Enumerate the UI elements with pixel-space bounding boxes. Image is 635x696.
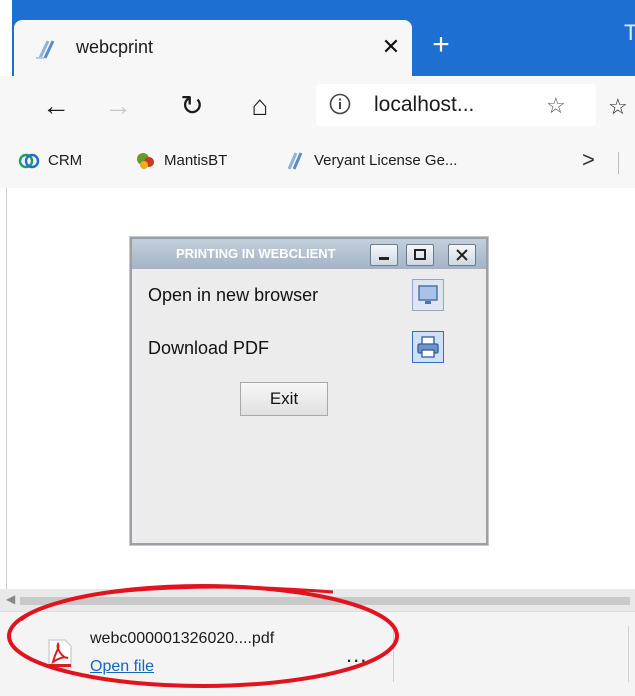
webcprint-favicon-icon	[36, 40, 55, 59]
dialog-close-button[interactable]	[448, 244, 476, 266]
veryant-icon	[287, 152, 303, 170]
maximize-icon	[414, 249, 426, 260]
divider	[618, 152, 619, 174]
exit-button[interactable]: Exit	[240, 382, 328, 416]
scrollbar-thumb[interactable]	[20, 597, 630, 605]
horizontal-scrollbar[interactable]: ◀	[0, 589, 635, 611]
minimize-button[interactable]	[370, 244, 398, 266]
mantis-icon	[137, 153, 154, 170]
tab-strip: webcprint ✕ + T	[0, 0, 635, 76]
tab-overflow-icon: T	[624, 20, 635, 45]
navigation-toolbar: ← → ↻ ⌂ localhost... ☆ ☆	[0, 76, 635, 134]
forward-button[interactable]: →	[98, 86, 138, 126]
download-filename: webc000001326020....pdf	[90, 630, 275, 647]
dialog-title: PRINTING IN WEBCLIENT	[176, 246, 336, 261]
home-button[interactable]: ⌂	[240, 86, 280, 126]
bookmarks-overflow-chevron-icon[interactable]: >	[582, 147, 595, 173]
pdf-file-icon	[48, 639, 72, 669]
open-in-browser-label: Open in new browser	[148, 285, 319, 305]
refresh-button[interactable]: ↻	[172, 86, 212, 126]
scroll-left-icon[interactable]: ◀	[6, 592, 15, 606]
add-favorite-star-icon[interactable]: ☆	[546, 93, 566, 119]
minimize-icon	[379, 257, 389, 260]
tab-title: webcprint	[76, 37, 154, 57]
back-button[interactable]: ←	[36, 86, 76, 126]
bookmark-label: MantisBT	[164, 152, 228, 169]
dialog-title-bar[interactable]: PRINTING IN WEBCLIENT	[132, 239, 486, 269]
bookmark-mantisbt[interactable]: MantisBT	[134, 148, 227, 174]
bookmark-label: CRM	[48, 152, 83, 169]
close-tab-icon[interactable]: ✕	[376, 32, 406, 62]
download-pdf-label: Download PDF	[148, 338, 270, 358]
bookmark-crm[interactable]: CRM	[18, 148, 82, 174]
more-options-button[interactable]: ...	[346, 642, 367, 668]
open-file-link[interactable]: Open file	[90, 658, 154, 676]
printer-icon	[417, 336, 439, 358]
download-item[interactable]: webc000001326020....pdf Open file ...	[14, 612, 394, 696]
maximize-button[interactable]	[406, 244, 434, 266]
active-tab[interactable]: webcprint ✕	[14, 20, 412, 76]
download-bar: webc000001326020....pdf Open file ...	[0, 611, 635, 696]
bookmark-label: Veryant License Ge...	[314, 152, 458, 169]
info-icon[interactable]	[328, 92, 352, 116]
new-tab-button[interactable]: +	[424, 28, 458, 62]
divider	[393, 626, 394, 682]
divider	[6, 188, 7, 598]
address-bar[interactable]: localhost... ☆	[316, 84, 596, 126]
url-text[interactable]: localhost...	[374, 93, 474, 117]
divider	[628, 626, 629, 682]
close-icon	[456, 249, 468, 261]
browser-window-icon	[418, 285, 438, 304]
bookmarks-bar: CRM MantisBT Veryant License Ge... >	[0, 134, 635, 189]
favorites-icon[interactable]: ☆	[608, 94, 628, 120]
window-edge	[0, 0, 12, 76]
download-pdf-button[interactable]	[412, 331, 444, 363]
printing-dialog: PRINTING IN WEBCLIENT Open in new browse…	[130, 237, 488, 545]
open-in-browser-button[interactable]	[412, 279, 444, 311]
crm-icon	[18, 153, 40, 169]
bookmark-veryant[interactable]: Veryant License Ge...	[284, 148, 457, 174]
